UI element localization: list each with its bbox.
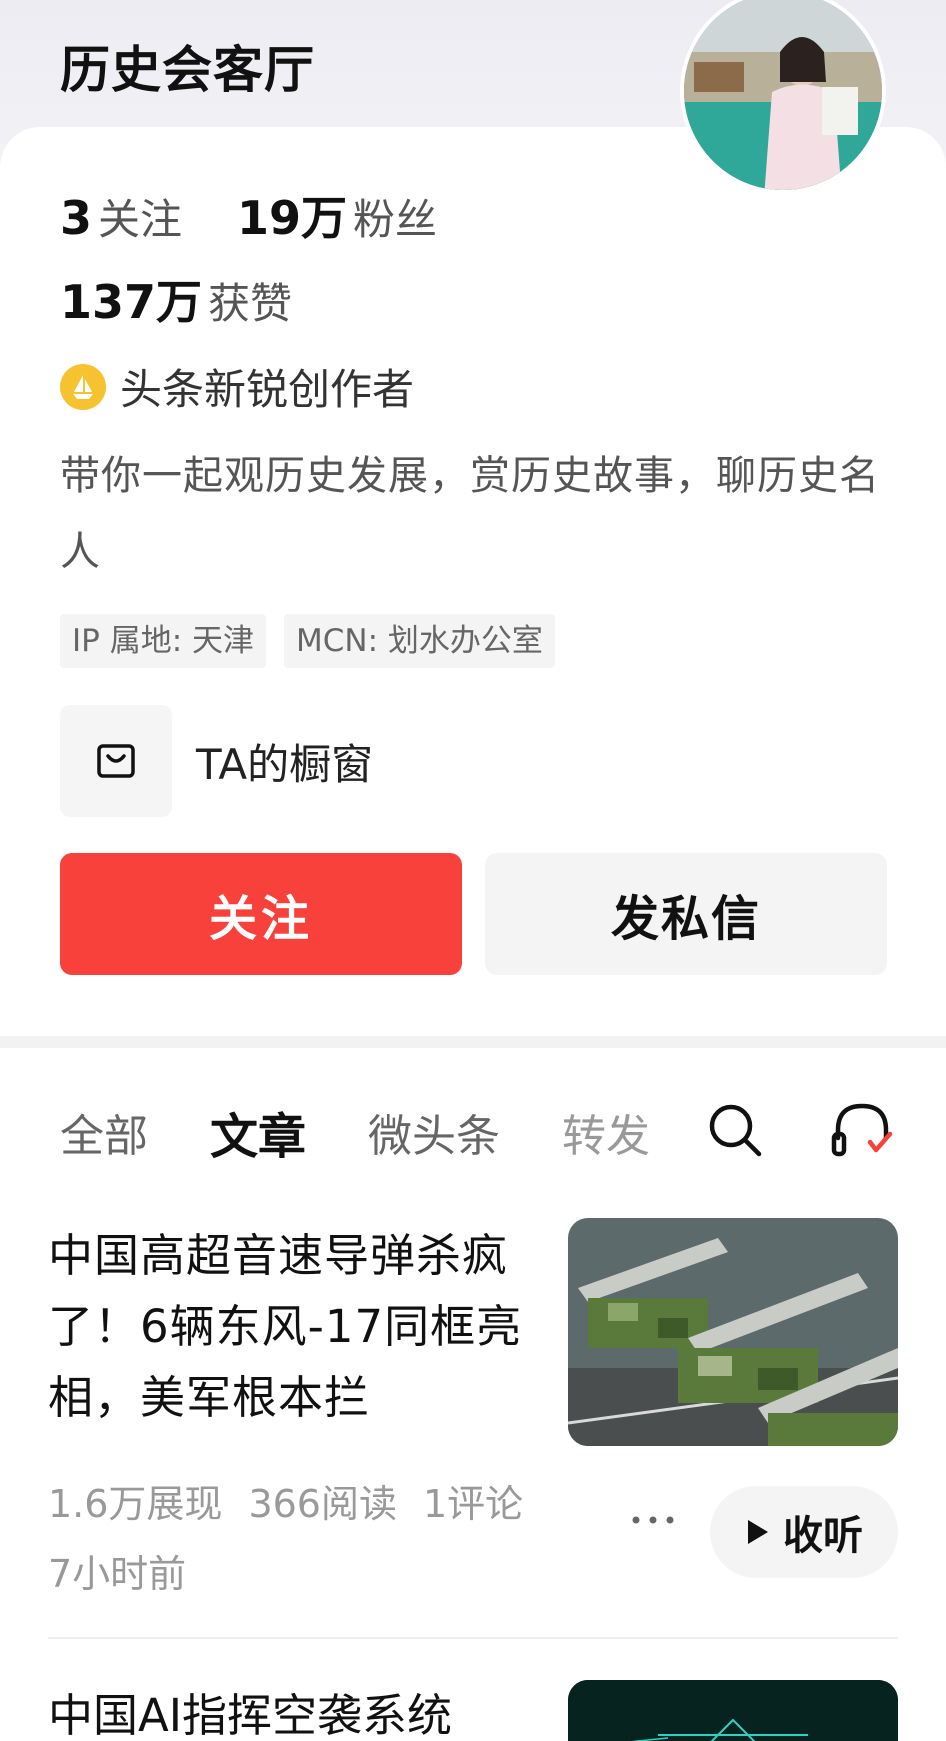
article-stats: 1.6万展现 366阅读 1评论 bbox=[48, 1473, 523, 1528]
more-options-icon[interactable] bbox=[628, 1510, 678, 1534]
likes-count: 137万 bbox=[60, 275, 203, 329]
section-divider bbox=[0, 1036, 946, 1048]
article-thumbnail[interactable] bbox=[568, 1680, 898, 1741]
article-comments: 1评论 bbox=[422, 1482, 524, 1526]
ip-location-tag: IP 属地: 天津 bbox=[60, 614, 266, 668]
listen-label: 收听 bbox=[783, 1513, 863, 1559]
mcn-tag[interactable]: MCN: 划水办公室 bbox=[284, 614, 555, 668]
article-thumbnail[interactable] bbox=[568, 1218, 898, 1446]
article-impressions: 1.6万展现 bbox=[48, 1482, 223, 1526]
stats-row: 3 关注 19万 粉丝 bbox=[60, 182, 437, 248]
likes-row: 137万 获赞 bbox=[60, 266, 292, 332]
follow-button[interactable]: 关注 bbox=[60, 853, 462, 975]
fans-label[interactable]: 粉丝 bbox=[353, 186, 437, 247]
fans-count[interactable]: 19万 bbox=[237, 182, 347, 248]
tab-all[interactable]: 全部 bbox=[60, 1100, 148, 1164]
tab-articles[interactable]: 文章 bbox=[210, 1097, 306, 1167]
shop-window-label: TA的橱窗 bbox=[196, 739, 374, 789]
content-tabs: 全部 文章 微头条 转发 bbox=[60, 1097, 712, 1167]
sailboat-badge-icon bbox=[60, 363, 106, 410]
message-button[interactable]: 发私信 bbox=[485, 853, 887, 975]
article-reads: 366阅读 bbox=[248, 1482, 397, 1526]
tab-micro-posts[interactable]: 微头条 bbox=[368, 1100, 500, 1164]
tab-reposts[interactable]: 转发 bbox=[562, 1100, 650, 1164]
headphones-icon[interactable] bbox=[830, 1100, 896, 1164]
shopping-bag-icon bbox=[60, 705, 172, 817]
shop-window-entry[interactable]: TA的橱窗 bbox=[60, 705, 373, 817]
article-separator bbox=[48, 1637, 898, 1639]
profile-bio: 带你一起观历史发展，赏历史故事，聊历史名人 bbox=[60, 453, 880, 575]
following-label[interactable]: 关注 bbox=[98, 186, 182, 247]
likes-label: 获赞 bbox=[208, 279, 293, 328]
article-title[interactable]: 中国高超音速导弹杀疯了！6辆东风-17同框亮相，美军根本拦 bbox=[48, 1220, 548, 1433]
listen-button[interactable]: 收听 bbox=[710, 1486, 898, 1578]
creator-badge-row[interactable]: 头条新锐创作者 bbox=[60, 356, 414, 417]
article-timestamp: 7小时前 bbox=[48, 1552, 187, 1596]
search-icon[interactable] bbox=[705, 1100, 765, 1164]
creator-badge-label: 头条新锐创作者 bbox=[120, 365, 415, 414]
profile-tags: IP 属地: 天津 MCN: 划水办公室 bbox=[60, 614, 555, 668]
article-title[interactable]: 中国AI指挥空袭系统 bbox=[48, 1680, 548, 1741]
play-icon bbox=[748, 1520, 768, 1544]
profile-username: 历史会客厅 bbox=[60, 41, 315, 99]
following-count[interactable]: 3 bbox=[60, 191, 92, 245]
